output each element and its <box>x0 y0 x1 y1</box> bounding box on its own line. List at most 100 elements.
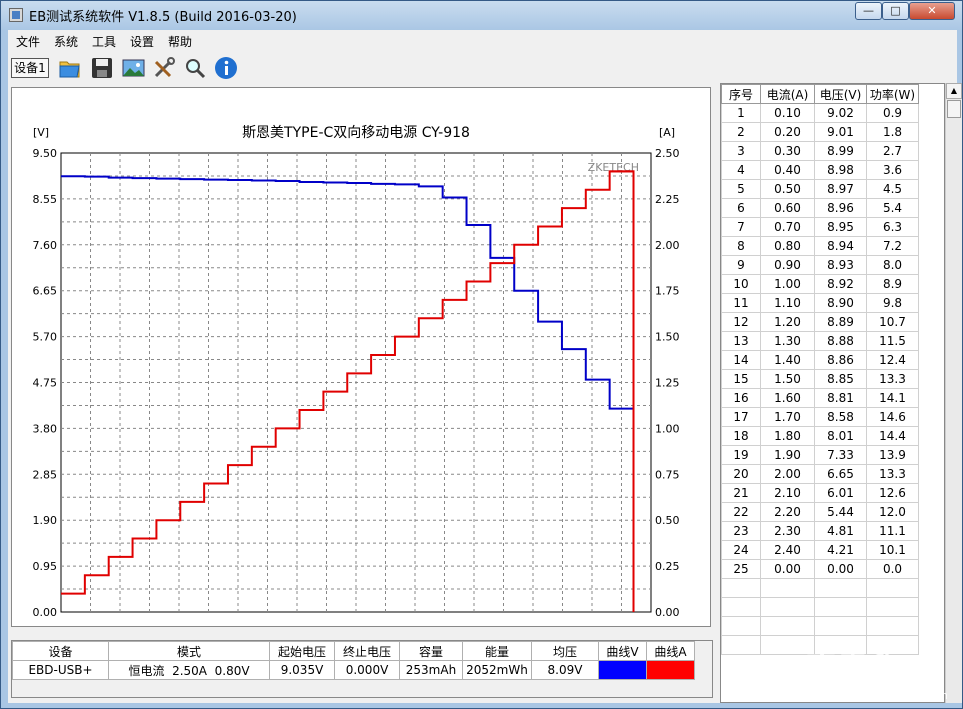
tools-icon[interactable] <box>151 55 177 81</box>
summary-header-capacity: 容量 <box>399 641 463 661</box>
info-icon[interactable] <box>213 55 239 81</box>
maximize-button[interactable]: □ <box>882 2 909 20</box>
row-current: 1.10 <box>760 293 815 313</box>
summary-value-row[interactable]: EBD-USB+ 恒电流 2.50A 0.80V 9.035V 0.000V 2… <box>12 660 695 680</box>
table-row[interactable]: 11 1.10 8.90 9.8 <box>721 293 919 313</box>
picture-icon[interactable] <box>120 55 146 81</box>
open-folder-icon[interactable] <box>57 55 83 81</box>
row-current: 2.10 <box>760 483 815 503</box>
minimize-button[interactable]: — <box>855 2 882 20</box>
zoom-magnifier-icon[interactable] <box>182 55 208 81</box>
y-tick-label-right: 2.25 <box>655 193 680 206</box>
row-index: 21 <box>721 483 761 503</box>
table-row[interactable]: 12 1.20 8.89 10.7 <box>721 312 919 332</box>
close-button[interactable]: ✕ <box>909 2 955 20</box>
table-row[interactable]: 16 1.60 8.81 14.1 <box>721 388 919 408</box>
table-row[interactable]: 8 0.80 8.94 7.2 <box>721 236 919 256</box>
y-tick-label-right: 0.00 <box>655 606 680 619</box>
y-tick-label-left: 8.55 <box>33 193 58 206</box>
col-header-voltage[interactable]: 电压(V) <box>814 84 867 104</box>
row-current: 0.40 <box>760 160 815 180</box>
empty-cell <box>721 597 761 617</box>
y-tick-label-left: 4.75 <box>33 377 58 390</box>
device-1-button[interactable]: 设备1 <box>11 58 49 78</box>
table-row[interactable]: 21 2.10 6.01 12.6 <box>721 483 919 503</box>
row-power: 0.9 <box>866 103 919 123</box>
app-icon <box>9 8 23 22</box>
row-power: 11.5 <box>866 331 919 351</box>
table-row[interactable]: 13 1.30 8.88 11.5 <box>721 331 919 351</box>
row-index: 25 <box>721 559 761 579</box>
table-row[interactable]: 9 0.90 8.93 8.0 <box>721 255 919 275</box>
empty-table-row <box>721 616 919 636</box>
empty-cell <box>814 597 867 617</box>
table-row[interactable]: 5 0.50 8.97 4.5 <box>721 179 919 199</box>
row-voltage: 8.93 <box>814 255 867 275</box>
menu-file[interactable]: 文件 <box>16 33 40 50</box>
voltage-current-chart: 9.50 8.55 7.60 6.65 5.70 4.75 3.80 2.85 1.90 0.95… <box>33 125 680 619</box>
row-current: 1.50 <box>760 369 815 389</box>
menu-help[interactable]: 帮助 <box>168 33 192 50</box>
col-header-index[interactable]: 序号 <box>721 84 761 104</box>
row-power: 10.7 <box>866 312 919 332</box>
col-header-power[interactable]: 功率(W) <box>866 84 919 104</box>
data-table: 序号 电流(A) 电压(V) 功率(W) 1 0.10 9.02 0.9 2 0.20 9.… <box>720 83 945 703</box>
row-power: 14.6 <box>866 407 919 427</box>
table-row[interactable]: 18 1.80 8.01 14.4 <box>721 426 919 446</box>
table-row[interactable]: 3 0.30 8.99 2.7 <box>721 141 919 161</box>
title-bar[interactable]: EB测试系统软件 V1.8.5 (Build 2016-03-20) — □ ✕ <box>1 1 962 29</box>
table-row[interactable]: 15 1.50 8.85 13.3 <box>721 369 919 389</box>
row-current: 0.80 <box>760 236 815 256</box>
table-row[interactable]: 2 0.20 9.01 1.8 <box>721 122 919 142</box>
y-tick-label-left: 7.60 <box>33 239 58 252</box>
curve-a-color-swatch[interactable] <box>646 660 695 680</box>
row-power: 6.3 <box>866 217 919 237</box>
y-tick-label-right: 2.00 <box>655 239 680 252</box>
row-index: 5 <box>721 179 761 199</box>
save-disk-icon[interactable] <box>89 55 115 81</box>
table-row[interactable]: 1 0.10 9.02 0.9 <box>721 103 919 123</box>
row-voltage: 7.33 <box>814 445 867 465</box>
table-row[interactable]: 14 1.40 8.86 12.4 <box>721 350 919 370</box>
row-voltage: 6.65 <box>814 464 867 484</box>
summary-header-curve-a: 曲线A <box>646 641 695 661</box>
row-voltage: 9.02 <box>814 103 867 123</box>
row-power: 1.8 <box>866 122 919 142</box>
row-voltage: 8.92 <box>814 274 867 294</box>
table-row[interactable]: 7 0.70 8.95 6.3 <box>721 217 919 237</box>
row-current: 1.30 <box>760 331 815 351</box>
col-header-current[interactable]: 电流(A) <box>760 84 815 104</box>
row-power: 10.1 <box>866 540 919 560</box>
row-current: 1.20 <box>760 312 815 332</box>
table-row[interactable]: 20 2.00 6.65 13.3 <box>721 464 919 484</box>
menu-settings[interactable]: 设置 <box>130 33 154 50</box>
y-tick-label-right: 1.00 <box>655 422 680 435</box>
y-tick-label-left: 3.80 <box>33 422 58 435</box>
y-tick-label-right: 0.25 <box>655 560 680 573</box>
table-row[interactable]: 22 2.20 5.44 12.0 <box>721 502 919 522</box>
table-row[interactable]: 25 0.00 0.00 0.0 <box>721 559 919 579</box>
table-row[interactable]: 10 1.00 8.92 8.9 <box>721 274 919 294</box>
row-index: 14 <box>721 350 761 370</box>
y-tick-label-left: 1.90 <box>33 514 58 527</box>
summary-header-energy: 能量 <box>462 641 532 661</box>
toolbar: 设备1 <box>8 52 957 84</box>
menu-system[interactable]: 系统 <box>54 33 78 50</box>
row-voltage: 8.94 <box>814 236 867 256</box>
menu-tools[interactable]: 工具 <box>92 33 116 50</box>
table-row[interactable]: 23 2.30 4.81 11.1 <box>721 521 919 541</box>
row-power: 8.9 <box>866 274 919 294</box>
data-table-scrollbar[interactable]: ▲ <box>945 83 962 703</box>
curve-v-color-swatch[interactable] <box>598 660 647 680</box>
table-row[interactable]: 6 0.60 8.96 5.4 <box>721 198 919 218</box>
scroll-up-icon[interactable]: ▲ <box>946 83 962 99</box>
empty-cell <box>814 616 867 636</box>
table-row[interactable]: 24 2.40 4.21 10.1 <box>721 540 919 560</box>
table-row[interactable]: 17 1.70 8.58 14.6 <box>721 407 919 427</box>
summary-header-end-voltage: 终止电压 <box>334 641 400 661</box>
table-row[interactable]: 19 1.90 7.33 13.9 <box>721 445 919 465</box>
empty-cell <box>721 578 761 598</box>
row-current: 2.20 <box>760 502 815 522</box>
table-row[interactable]: 4 0.40 8.98 3.6 <box>721 160 919 180</box>
scroll-thumb[interactable] <box>947 100 961 118</box>
